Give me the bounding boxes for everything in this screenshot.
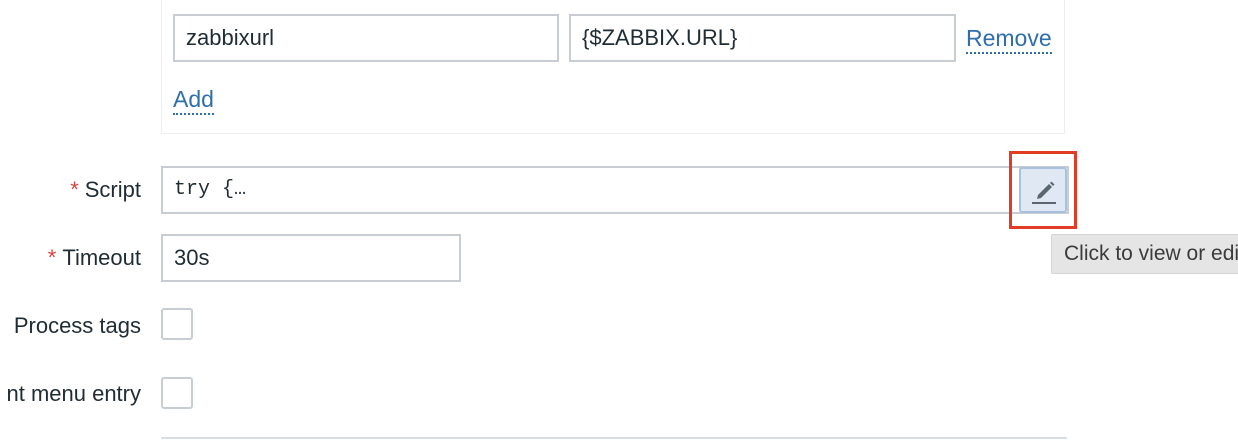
timeout-label: * Timeout [48,245,141,271]
section-divider [161,437,1067,439]
parameter-name-input[interactable]: zabbixurl [173,14,559,62]
menu-entry-label-text: nt menu entry [6,381,141,406]
process-tags-checkbox[interactable] [161,308,193,340]
script-value: try {… [174,178,247,201]
timeout-input[interactable]: 30s [161,234,461,282]
timeout-label-text: Timeout [62,245,141,270]
process-tags-label-text: Process tags [13,313,141,338]
process-tags-label: Process tags [14,313,141,339]
timeout-value: 30s [174,245,210,270]
parameter-name-value: zabbixurl [186,25,275,50]
required-marker: * [47,245,57,270]
highlight-frame [1009,151,1077,229]
parameter-value-value: {$ZABBIX.URL} [582,25,738,50]
menu-entry-checkbox[interactable] [161,377,193,409]
edit-tooltip: Click to view or edit [1051,234,1238,274]
required-marker: * [70,177,79,202]
remove-parameter-link[interactable]: Remove [966,25,1052,54]
add-parameter-link[interactable]: Add [173,86,214,115]
menu-entry-label: nt menu entry [6,381,141,407]
script-label: * Script [70,177,141,203]
script-input[interactable]: try {… [161,166,1069,214]
parameter-value-input[interactable]: {$ZABBIX.URL} [569,14,956,62]
tooltip-text: Click to view or edit [1064,242,1238,265]
script-label-text: Script [84,177,141,202]
